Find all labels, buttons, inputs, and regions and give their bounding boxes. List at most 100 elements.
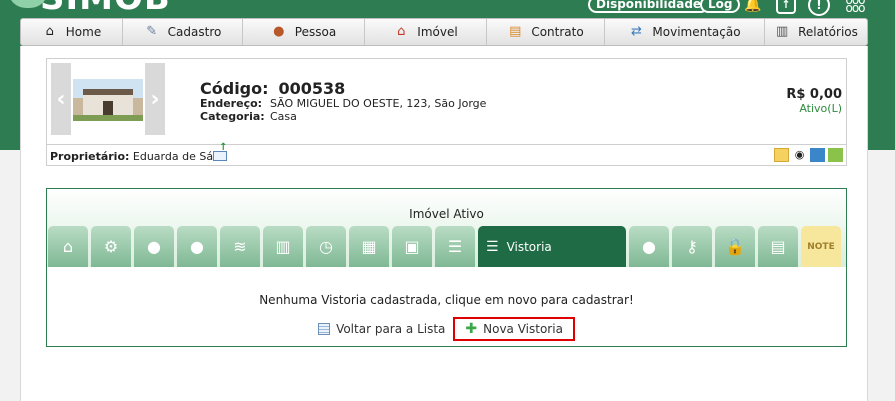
nav-cadastro[interactable]: ✎ Cadastro: [123, 19, 243, 45]
tab-lock[interactable]: 🔒: [715, 226, 755, 267]
property-code: Código: 000538: [200, 79, 345, 98]
nav-home[interactable]: ⌂ Home: [21, 19, 123, 45]
photo-lawn: [73, 115, 143, 121]
tab-schedule[interactable]: ◷: [306, 226, 346, 267]
tab-publication[interactable]: ≋: [220, 226, 260, 267]
tab-vistoria-label: Vistoria: [506, 239, 552, 254]
code-value: 000538: [278, 79, 346, 98]
list-icon: ☰: [447, 237, 463, 256]
address-label: Endereço:: [200, 97, 263, 110]
owner-label: Proprietário:: [50, 150, 130, 163]
apps-grid-icon[interactable]: ooo ooo: [842, 0, 868, 16]
back-to-list-link[interactable]: Voltar para a Lista: [318, 322, 445, 336]
users-icon: ●: [190, 237, 204, 256]
tab-home[interactable]: ⌂: [48, 226, 88, 267]
main-content: ‹ › Código: 000538 Endereço: SÃO MIGUEL DO…: [20, 46, 868, 401]
nav-label: Relatórios: [798, 25, 858, 39]
tab-presentation[interactable]: ▦: [349, 226, 389, 267]
pen-icon: ✎: [146, 24, 158, 39]
tab-contacts[interactable]: ●: [629, 226, 669, 267]
home-icon: ⌂: [45, 24, 54, 39]
files-icon: ▤: [770, 237, 786, 256]
empty-message: Nenhuma Vistoria cadastrada, clique em n…: [259, 293, 634, 307]
exchange-icon: ⇄: [630, 24, 642, 39]
upload-icon[interactable]: ↑: [776, 0, 796, 14]
nav-label: Imóvel: [417, 25, 458, 39]
tab-people[interactable]: ●: [134, 226, 174, 267]
property-photo[interactable]: [73, 79, 143, 121]
panel-actions: Voltar para a Lista ✚ Nova Vistoria: [47, 317, 846, 341]
panel-title: Imóvel Ativo: [409, 207, 484, 221]
new-vistoria-label: Nova Vistoria: [483, 322, 563, 336]
code-label: Código:: [200, 79, 269, 98]
tab-settings[interactable]: ⚙: [91, 226, 131, 267]
category-value: Casa: [270, 110, 297, 123]
house-icon: ⌂: [397, 24, 406, 39]
people-icon: ●: [147, 237, 161, 256]
eye-icon[interactable]: ◉: [792, 148, 807, 162]
checklist-icon: ☰: [486, 238, 499, 255]
card-actions: ◉: [774, 148, 843, 162]
clipboard-icon: ▥: [275, 237, 291, 256]
nav-relatorios[interactable]: ▥ Relatórios: [765, 19, 867, 45]
nav-movimentacao[interactable]: ⇄ Movimentação: [605, 19, 765, 45]
tab-header: Imóvel Ativo ⌂ ⚙ ● ● ≋ ▥ ◷ ▦ ▣ ☰ ☰ Visto…: [47, 189, 846, 267]
new-vistoria-button[interactable]: ✚ Nova Vistoria: [453, 317, 575, 341]
home-icon: ⌂: [62, 237, 74, 256]
owner-name[interactable]: Eduarda de Sá: [133, 150, 213, 163]
board-icon: ▦: [361, 237, 377, 256]
tab-vistoria[interactable]: ☰ Vistoria: [478, 226, 626, 267]
card-divider: [47, 144, 846, 145]
property-card: ‹ › Código: 000538 Endereço: SÃO MIGUEL DO…: [46, 58, 847, 166]
tab-bar: ⌂ ⚙ ● ● ≋ ▥ ◷ ▦ ▣ ☰ ☰ Vistoria ● ⚷ 🔒 ▤ N…: [47, 226, 846, 267]
address-row: Endereço: SÃO MIGUEL DO OESTE, 123, São J…: [200, 97, 486, 110]
main-nav: ⌂ Home ✎ Cadastro ● Pessoa ⌂ Imóvel ▤ Co…: [20, 18, 868, 46]
nav-imovel[interactable]: ⌂ Imóvel: [365, 19, 487, 45]
tab-note[interactable]: NOTE: [801, 226, 841, 267]
property-tab-panel: Imóvel Ativo ⌂ ⚙ ● ● ≋ ▥ ◷ ▦ ▣ ☰ ☰ Visto…: [46, 188, 847, 347]
property-status: Ativo(L): [799, 102, 842, 115]
clock-icon: ◷: [319, 237, 333, 256]
note-icon: NOTE: [807, 241, 835, 252]
tab-documents[interactable]: ☰: [435, 226, 475, 267]
owner-email-icon[interactable]: [213, 142, 227, 161]
document-icon[interactable]: [810, 148, 825, 162]
nav-label: Home: [65, 25, 102, 39]
notes-icon[interactable]: [774, 148, 789, 162]
next-photo-button[interactable]: ›: [145, 63, 165, 135]
bell-icon[interactable]: 🔔: [742, 0, 764, 16]
nav-label: Movimentação: [652, 25, 741, 39]
contract-icon: ▤: [509, 24, 522, 39]
category-row: Categoria: Casa: [200, 110, 297, 123]
tab-photos[interactable]: ▣: [392, 226, 432, 267]
person-icon: ●: [273, 24, 285, 39]
plus-icon: ✚: [465, 321, 478, 337]
nav-label: Cadastro: [167, 25, 222, 39]
back-to-list-label: Voltar para a Lista: [336, 322, 446, 336]
list-icon: [318, 323, 331, 335]
contacts-icon: ●: [642, 237, 656, 256]
address-value: SÃO MIGUEL DO OESTE, 123, São Jorge: [270, 97, 487, 110]
photo-icon: ▣: [404, 237, 420, 256]
category-label: Categoria:: [200, 110, 265, 123]
nav-label: Pessoa: [294, 25, 337, 39]
nav-contrato[interactable]: ▤ Contrato: [487, 19, 605, 45]
tab-files[interactable]: ▤: [758, 226, 798, 267]
map-icon[interactable]: [828, 148, 843, 162]
clipboard-icon: ▥: [775, 24, 789, 39]
lock-icon: 🔒: [725, 237, 745, 256]
wave-icon: ≋: [233, 237, 247, 256]
tab-owners[interactable]: ●: [177, 226, 217, 267]
prev-photo-button[interactable]: ‹: [51, 63, 71, 135]
key-icon: ⚷: [686, 237, 698, 256]
app-logo[interactable]: SIMOB: [40, 0, 171, 18]
photo-door: [103, 101, 113, 115]
tab-keys[interactable]: ⚷: [672, 226, 712, 267]
tab-checklist[interactable]: ▥: [263, 226, 303, 267]
log-button[interactable]: Log: [700, 0, 741, 13]
nav-pessoa[interactable]: ● Pessoa: [243, 19, 365, 45]
disponibilidade-button[interactable]: Disponibilidade: [588, 0, 710, 13]
property-price: R$ 0,00: [786, 87, 842, 102]
nav-label: Contrato: [531, 25, 584, 39]
owner-row: Proprietário: Eduarda de Sá: [50, 142, 227, 163]
